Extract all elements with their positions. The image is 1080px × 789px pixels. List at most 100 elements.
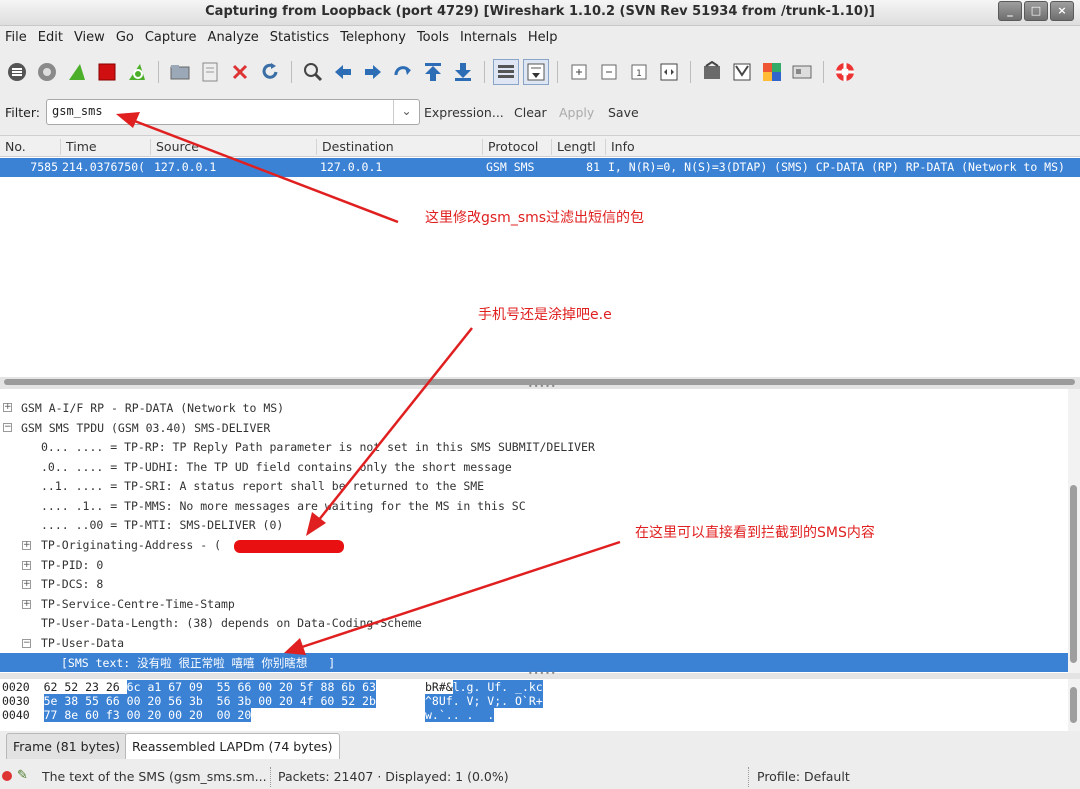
close-button[interactable]: ×	[1050, 1, 1074, 21]
chevron-down-icon[interactable]: ⌄	[393, 100, 419, 124]
column-protocol[interactable]: Protocol	[482, 139, 538, 155]
tree-item-sms-text[interactable]: [SMS text: 没有啦 很正常啦 嘻嘻 你别瞎想 ]	[61, 655, 335, 673]
options-icon[interactable]	[34, 59, 60, 85]
start-capture-icon[interactable]	[64, 59, 90, 85]
annotation-phone-note: 手机号还是涂掉吧e.e	[478, 307, 612, 323]
packet-length: 81	[586, 160, 600, 174]
tree-item-tp-dcs[interactable]: TP-DCS: 8	[41, 577, 103, 596]
collapse-icon[interactable]: −	[3, 423, 12, 432]
tab-reassembled-lapdm[interactable]: Reassembled LAPDm (74 bytes)	[125, 733, 340, 759]
hex-row[interactable]: 0040 77 8e 60 f3 00 20 00 20 00 20 w.`.. …	[2, 708, 495, 722]
status-bar: ✎ The text of the SMS (gsm_sms.sm... Pac…	[0, 765, 1080, 789]
expert-info-icon[interactable]	[2, 771, 12, 781]
zoom-in-icon[interactable]	[566, 59, 592, 85]
preferences-icon[interactable]	[789, 59, 815, 85]
back-icon[interactable]	[330, 59, 356, 85]
forward-icon[interactable]	[360, 59, 386, 85]
collapse-icon[interactable]: −	[22, 639, 31, 648]
filter-combobox[interactable]: ⌄	[46, 99, 420, 125]
column-destination[interactable]: Destination	[316, 139, 394, 155]
restart-capture-icon[interactable]	[124, 59, 150, 85]
tree-item-tp-udhi[interactable]: .0.. .... = TP-UDHI: The TP UD field con…	[41, 460, 512, 479]
expand-icon[interactable]: +	[22, 541, 31, 550]
capture-filters-icon[interactable]	[699, 59, 725, 85]
menu-help[interactable]: Help	[528, 28, 563, 50]
interfaces-icon[interactable]	[4, 59, 30, 85]
goto-icon[interactable]	[390, 59, 416, 85]
maximize-button[interactable]: □	[1024, 1, 1048, 21]
menu-analyze[interactable]: Analyze	[208, 28, 264, 50]
menu-telephony[interactable]: Telephony	[340, 28, 411, 50]
display-filters-icon[interactable]	[729, 59, 755, 85]
first-icon[interactable]	[420, 59, 446, 85]
packet-list-header: No. Time Source Destination Protocol Len…	[0, 135, 1080, 157]
tree-item-tp-mti[interactable]: .... ..00 = TP-MTI: SMS-DELIVER (0)	[41, 518, 283, 537]
apply-button[interactable]: Apply	[559, 105, 594, 120]
scrollbar-thumb[interactable]	[1070, 687, 1077, 723]
column-source[interactable]: Source	[150, 139, 199, 155]
comment-icon[interactable]: ✎	[17, 768, 28, 783]
resize-columns-icon[interactable]	[656, 59, 682, 85]
help-icon[interactable]	[832, 59, 858, 85]
toolbar-separator	[484, 61, 485, 83]
menu-edit[interactable]: Edit	[38, 28, 68, 50]
expand-icon[interactable]: +	[22, 580, 31, 589]
status-separator	[748, 767, 749, 787]
tab-frame[interactable]: Frame (81 bytes)	[6, 733, 127, 759]
coloring-rules-icon[interactable]	[759, 59, 785, 85]
zoom-normal-icon[interactable]: 1	[626, 59, 652, 85]
tree-item-tp-pid[interactable]: TP-PID: 0	[41, 558, 103, 577]
close-file-icon[interactable]	[227, 59, 253, 85]
stop-capture-icon[interactable]	[94, 59, 120, 85]
details-scrollbar[interactable]	[1068, 389, 1080, 673]
tree-item-tp-scts[interactable]: TP-Service-Centre-Time-Stamp	[41, 597, 235, 616]
bytes-scrollbar[interactable]	[1068, 679, 1080, 731]
reload-icon[interactable]	[257, 59, 283, 85]
menu-tools[interactable]: Tools	[417, 28, 454, 50]
minimize-button[interactable]: _	[998, 1, 1022, 21]
packet-row[interactable]: 7585 214.0376750( 127.0.0.1 127.0.0.1 GS…	[0, 158, 1080, 177]
tree-item-tp-mms[interactable]: .... .1.. = TP-MMS: No more messages are…	[41, 499, 526, 518]
tree-item-tp-rp[interactable]: 0... .... = TP-RP: TP Reply Path paramet…	[41, 440, 595, 459]
status-field-text: The text of the SMS (gsm_sms.sm...	[42, 769, 267, 784]
autoscroll-icon[interactable]	[523, 59, 549, 85]
expression-button[interactable]: Expression...	[424, 105, 504, 120]
hex-row[interactable]: 0030 5e 38 55 66 00 20 56 3b 56 3b 00 20…	[2, 694, 543, 708]
tree-item-tp-sri[interactable]: ..1. .... = TP-SRI: A status report shal…	[41, 479, 484, 498]
expand-icon[interactable]: +	[3, 403, 12, 412]
menu-capture[interactable]: Capture	[145, 28, 202, 50]
zoom-out-icon[interactable]	[596, 59, 622, 85]
save-filter-button[interactable]: Save	[608, 105, 639, 120]
last-icon[interactable]	[450, 59, 476, 85]
tree-item-tp-udl[interactable]: TP-User-Data-Length: (38) depends on Dat…	[41, 616, 422, 635]
column-length[interactable]: Lengtl	[551, 139, 603, 155]
column-time[interactable]: Time	[60, 139, 97, 155]
status-profile[interactable]: Profile: Default	[757, 769, 850, 784]
tree-item-tp-originating-address[interactable]: TP-Originating-Address - (	[41, 538, 221, 557]
menu-internals[interactable]: Internals	[460, 28, 522, 50]
column-info[interactable]: Info	[605, 139, 635, 155]
menu-file[interactable]: File	[5, 28, 32, 50]
filter-input[interactable]	[52, 104, 382, 118]
packet-bytes-pane: 0020 62 52 23 26 6c a1 67 09 55 66 00 20…	[0, 679, 1068, 731]
colorize-icon[interactable]	[493, 59, 519, 85]
expand-icon[interactable]: +	[22, 600, 31, 609]
tree-item-sms-tpdu[interactable]: GSM SMS TPDU (GSM 03.40) SMS-DELIVER	[21, 421, 270, 440]
toolbar-separator	[557, 61, 558, 83]
find-icon[interactable]	[300, 59, 326, 85]
column-no[interactable]: No.	[0, 139, 26, 155]
clear-button[interactable]: Clear	[514, 105, 547, 120]
annotation-sms-note: 在这里可以直接看到拦截到的SMS内容	[635, 525, 875, 541]
scrollbar-thumb[interactable]	[1070, 485, 1077, 663]
filter-label: Filter:	[5, 105, 40, 120]
expand-icon[interactable]: +	[22, 561, 31, 570]
tree-item-rp-data[interactable]: GSM A-I/F RP - RP-DATA (Network to MS)	[21, 401, 284, 420]
ascii-text-selected: ^8Uf. V; V;. O`R+	[425, 694, 543, 708]
open-icon[interactable]	[167, 59, 193, 85]
menu-statistics[interactable]: Statistics	[270, 28, 334, 50]
save-icon[interactable]	[197, 59, 223, 85]
hex-bytes-selected: 5e 38 55 66 00 20 56 3b 56 3b 00 20 4f 6…	[43, 694, 376, 708]
hex-row[interactable]: 0020 62 52 23 26 6c a1 67 09 55 66 00 20…	[2, 680, 543, 694]
menu-go[interactable]: Go	[116, 28, 139, 50]
menu-view[interactable]: View	[74, 28, 110, 50]
